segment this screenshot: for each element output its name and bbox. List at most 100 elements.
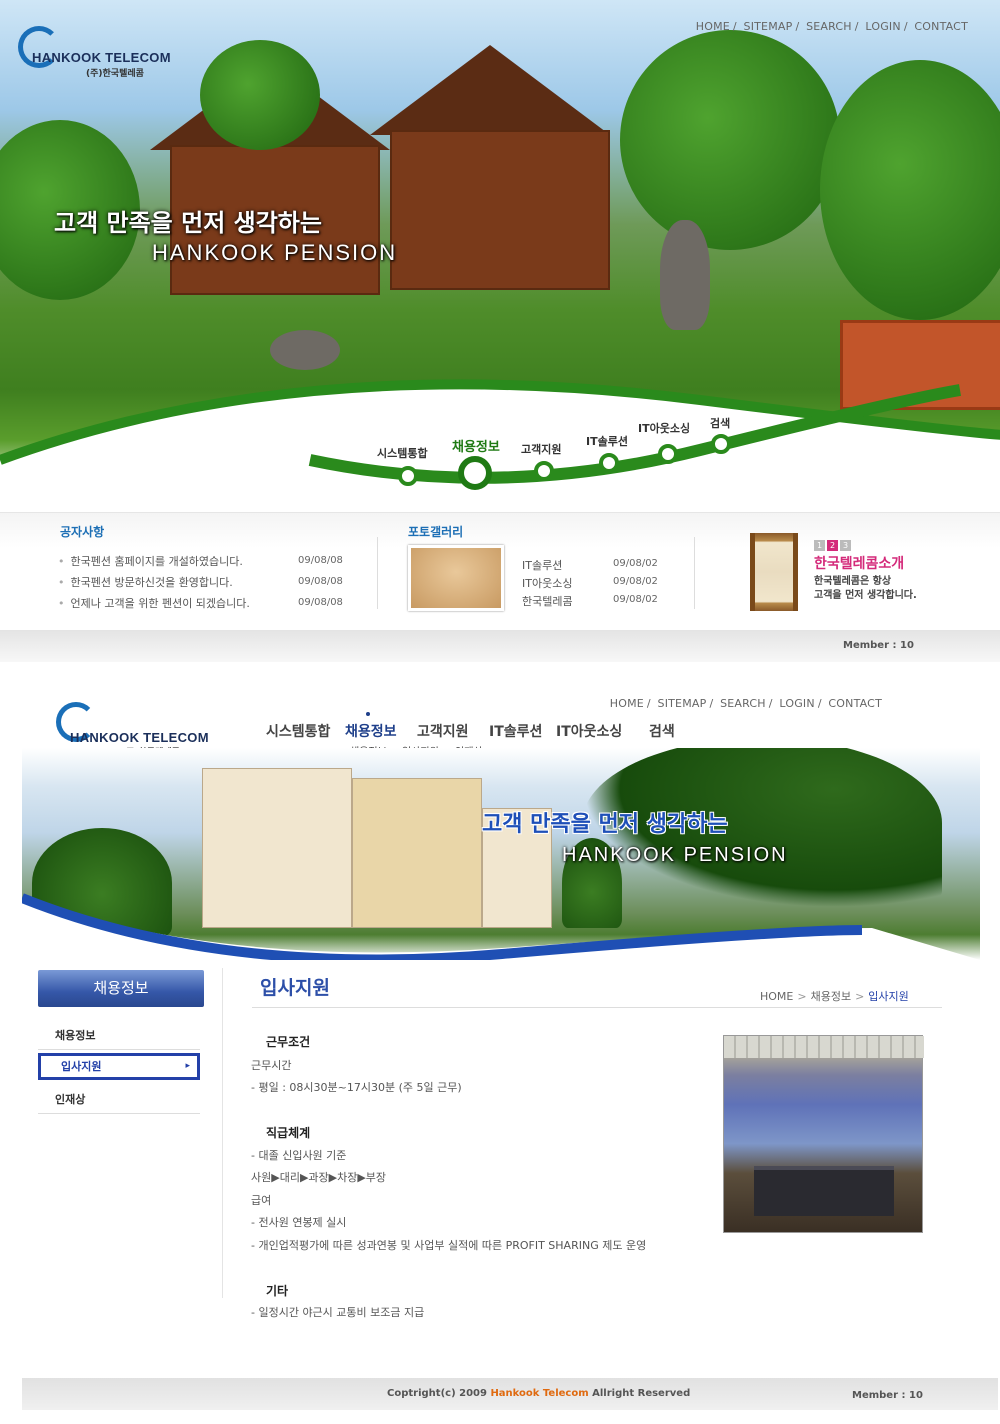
content-divider xyxy=(222,968,223,1298)
gallery-date: 09/08/02 xyxy=(613,594,658,605)
gallery-thumbnail[interactable] xyxy=(408,545,504,611)
logo-korean: (주)한국텔레콤 xyxy=(86,69,144,79)
sidebar-item-recruit[interactable]: 채용정보 xyxy=(38,1022,200,1050)
intro-title[interactable]: 한국텔레콤소개 xyxy=(814,553,904,573)
notice-item[interactable]: • 한국펜션 홈페이지를 개설하였습니다. xyxy=(58,553,243,569)
section-text: 사원▶대리▶과장▶차장▶부장 xyxy=(251,1171,387,1184)
section-text: 급여 xyxy=(251,1194,272,1207)
nav-item-support[interactable]: 고객지원 xyxy=(521,441,561,457)
gnav-search[interactable]: 검색 xyxy=(649,721,675,741)
nav-item-recruit[interactable]: 채용정보 xyxy=(452,436,500,455)
notice-title[interactable]: 공자사항 xyxy=(60,523,104,540)
section-heading: 직급체계 xyxy=(266,1126,311,1140)
ceiling-shape xyxy=(724,1036,924,1058)
top-utility-links: HOME / SITEMAP / SEARCH / LOGIN / CONTACT xyxy=(609,697,882,710)
nav-item-search[interactable]: 검색 xyxy=(710,415,730,431)
footer-bar: Coptright(c) 2009 Hankook Telecom Allrig… xyxy=(22,1378,998,1410)
stone-statue-shape xyxy=(660,220,710,330)
gnav-system[interactable]: 시스템통합 xyxy=(266,721,330,741)
link-sitemap[interactable]: SITEMAP xyxy=(744,20,793,33)
link-login[interactable]: LOGIN xyxy=(865,20,900,33)
notice-item[interactable]: • 언제나 고객을 위한 펜션이 되겠습니다. xyxy=(58,595,250,611)
intro-desc: 한국텔레콤은 항상 고객을 먼저 생각합니다. xyxy=(814,575,917,603)
link-sitemap[interactable]: SITEMAP xyxy=(658,697,707,710)
slogan-korean: 고객 만족을 먼저 생각하는 xyxy=(54,209,322,237)
notice-date: 09/08/08 xyxy=(298,555,343,566)
tree-shape-right xyxy=(620,30,840,250)
breadcrumb-recruit[interactable]: 채용정보 xyxy=(811,990,851,1003)
nav-item-outsourcing[interactable]: IT아웃소싱 xyxy=(638,420,690,436)
page-title: 입사지원 xyxy=(260,977,330,999)
link-login[interactable]: LOGIN xyxy=(779,697,814,710)
gallery-item[interactable]: IT솔루션 xyxy=(522,557,562,573)
sub-hero-banner: 고객 만족을 먼저 생각하는 HANKOOK PENSION xyxy=(22,748,980,960)
subnav-recruit[interactable]: 채용정보 xyxy=(464,497,501,500)
nav-item-system[interactable]: 시스템통합 xyxy=(377,445,428,461)
notice-item[interactable]: • 한국펜션 방문하신것을 환영합니다. xyxy=(58,574,233,590)
link-contact[interactable]: CONTACT xyxy=(828,697,882,710)
pager-1[interactable]: 1 xyxy=(814,540,825,551)
sidebar-item-apply[interactable]: 입사지원 xyxy=(38,1053,200,1080)
breadcrumb-current: 입사지원 xyxy=(868,990,909,1003)
intro-desc-line2: 고객을 먼저 생각합니다. xyxy=(814,590,917,601)
breadcrumb: HOME > 채용정보 > 입사지원 xyxy=(760,990,909,1003)
nav-dot-outsourcing[interactable] xyxy=(658,444,678,464)
intro-desc-line1: 한국텔레콤은 항상 xyxy=(814,576,892,587)
gallery-title[interactable]: 포토갤러리 xyxy=(408,523,463,540)
link-home[interactable]: HOME xyxy=(696,20,730,33)
gallery-date: 09/08/02 xyxy=(613,558,658,569)
notice-date: 09/08/08 xyxy=(298,597,343,608)
main-hero-banner: HANKOOK TELECOM (주)한국텔레콤 HOME / SITEMAP / … xyxy=(0,0,1000,500)
link-search[interactable]: SEARCH xyxy=(720,697,766,710)
member-bar: Member : 10 xyxy=(0,630,1000,662)
slogan-english: HANKOOK PENSION xyxy=(562,844,788,866)
slogan-korean: 고객 만족을 먼저 생각하는 xyxy=(482,812,728,837)
gallery-item[interactable]: 한국텔레콤 xyxy=(522,593,573,609)
link-contact[interactable]: CONTACT xyxy=(914,20,968,33)
top-utility-links: HOME / SITEMAP / SEARCH / LOGIN / CONTACT xyxy=(695,20,968,33)
room-photo xyxy=(723,1035,924,1233)
divider xyxy=(377,537,378,609)
slogan-english: HANKOOK PENSION xyxy=(152,240,398,265)
title-underline xyxy=(252,1007,942,1008)
gnav-support[interactable]: 고객지원 xyxy=(417,721,469,741)
divider xyxy=(694,537,695,609)
logo-english[interactable]: HANKOOK TELECOM xyxy=(32,50,171,65)
section-heading: 기타 xyxy=(266,1284,289,1298)
blue-swoosh-decoration xyxy=(22,893,980,960)
house-roof-right xyxy=(370,45,610,135)
subnav-talent[interactable]: 인재상 xyxy=(570,497,598,500)
section-text: - 개인업적평가에 따른 성과연봉 및 사업부 실적에 따른 PROFIT SH… xyxy=(251,1239,647,1252)
link-search[interactable]: SEARCH xyxy=(806,20,852,33)
bed-shape xyxy=(754,1166,894,1216)
pager-3[interactable]: 3 xyxy=(840,540,851,551)
nav-dot-search[interactable] xyxy=(711,434,731,454)
hourglass-image xyxy=(750,533,798,611)
nav-item-solution[interactable]: IT솔루션 xyxy=(586,433,628,449)
link-home[interactable]: HOME xyxy=(610,697,644,710)
subnav-apply[interactable]: 입사지원 xyxy=(518,497,555,500)
gnav-outsourcing[interactable]: IT아웃소싱 xyxy=(556,721,622,741)
section-text: - 전사원 연봉제 실시 xyxy=(251,1216,347,1229)
member-count: Member : 10 xyxy=(852,1390,923,1401)
nav-dot-support[interactable] xyxy=(534,461,554,481)
intro-pager: 123 xyxy=(814,533,853,552)
gallery-date: 09/08/02 xyxy=(613,576,658,587)
nav-dot-system[interactable] xyxy=(398,466,418,486)
sidebar-title: 채용정보 xyxy=(38,970,204,1007)
palm-tree-shape xyxy=(200,40,320,150)
nav-dot-recruit[interactable] xyxy=(458,456,492,490)
section-text: - 평일 : 08시30분~17시30분 (주 5일 근무) xyxy=(251,1081,462,1094)
house-right xyxy=(390,130,610,290)
gnav-solution[interactable]: IT솔루션 xyxy=(489,721,542,741)
green-swoosh-decoration xyxy=(0,379,1000,500)
copyright: Coptright(c) 2009 Hankook Telecom Allrig… xyxy=(387,1388,691,1399)
gallery-item[interactable]: IT아웃소싱 xyxy=(522,575,572,591)
nav-dot-solution[interactable] xyxy=(599,453,619,473)
pager-2[interactable]: 2 xyxy=(827,540,838,551)
sidebar-item-talent[interactable]: 인재상 xyxy=(38,1086,200,1114)
gnav-recruit[interactable]: 채용정보 xyxy=(345,721,397,741)
breadcrumb-home[interactable]: HOME xyxy=(760,990,793,1003)
section-heading: 근무조건 xyxy=(266,1035,311,1049)
logo-english[interactable]: HANKOOK TELECOM xyxy=(70,730,209,745)
